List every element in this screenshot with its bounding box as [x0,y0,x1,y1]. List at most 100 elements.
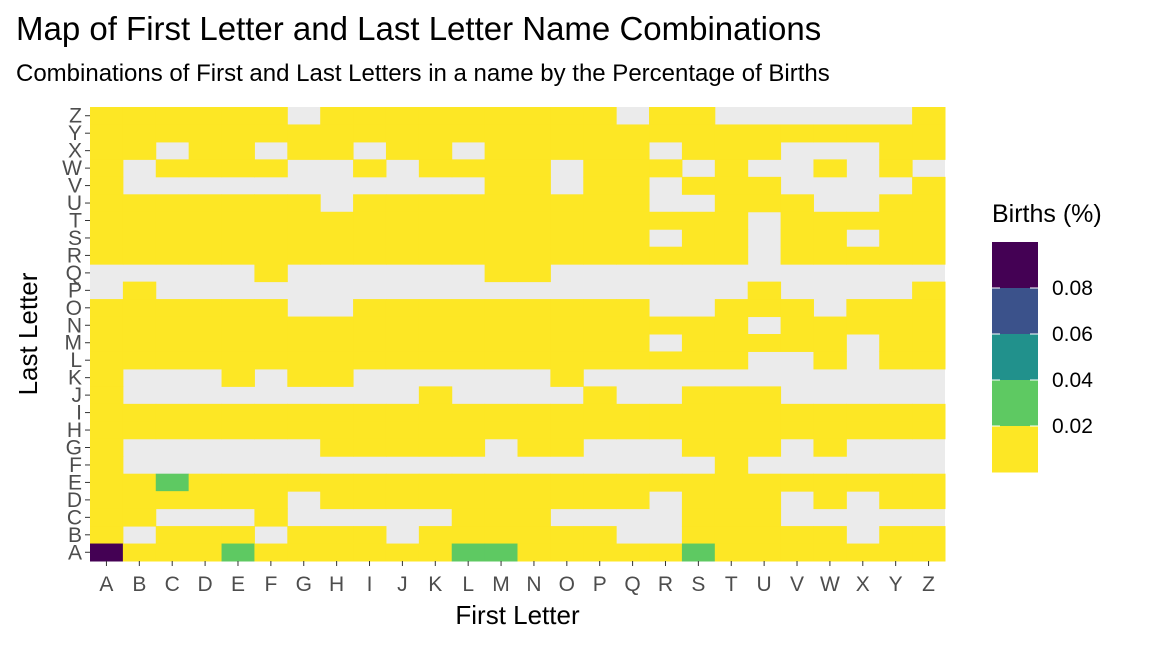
heatmap-cell-E-I [221,403,255,422]
heatmap-cell-W-W [813,159,847,178]
heatmap-cell-B-N [122,316,157,335]
heatmap-cell-D-T [188,211,223,230]
heatmap-cell-X-T [846,211,880,230]
heatmap-cell-H-S [320,229,354,248]
heatmap-cell-Q-T [616,211,650,230]
heatmap-cell-K-X [418,141,453,160]
heatmap-cell-G-B [287,526,321,545]
heatmap-cell-S-R [681,246,716,265]
heatmap-cell-M-C [484,508,518,527]
x-tick-label-O: O [559,573,575,596]
heatmap-cell-W-B [813,526,847,545]
heatmap-cell-F-A [254,543,288,562]
heatmap-cell-E-Z [221,107,255,125]
legend-colorbar [992,242,1038,473]
heatmap-cell-N-C [517,508,551,527]
heatmap-cell-L-C [451,508,486,527]
heatmap-cell-X-H [846,421,880,440]
heatmap-cell-S-V [681,176,716,195]
heatmap-cell-T-U [714,194,749,213]
heatmap-cell-M-O [484,299,518,318]
heatmap-cell-E-Y [221,124,255,143]
heatmap-cell-C-M [155,334,190,352]
heatmap-cell-H-D [320,491,354,510]
heatmap-cell-T-X [714,141,749,160]
heatmap-cell-I-S [353,229,387,248]
heatmap-cell-O-R [550,246,584,265]
heatmap-cell-L-A [451,543,486,562]
heatmap-cell-F-R [254,246,288,265]
heatmap-cell-I-G [353,438,387,457]
heatmap-cell-M-R [484,246,518,265]
legend-swatch-2 [992,334,1038,381]
heatmap-cell-S-E [681,473,716,492]
heatmap-cell-V-M [780,334,814,352]
heatmap-cell-T-N [714,316,749,335]
heatmap-cell-F-H [254,421,288,440]
heatmap-cell-K-I [418,403,453,422]
heatmap-cell-Z-T [912,211,946,230]
heatmap-cell-L-W [451,159,486,178]
heatmap-cell-Z-D [912,491,946,510]
heatmap-cell-I-B [353,526,387,545]
heatmap-cell-G-K [287,368,321,387]
heatmap-cell-H-G [320,438,354,457]
heatmap-cell-P-U [583,194,617,213]
heatmap-cell-J-A [385,543,420,562]
x-axis-title: First Letter [455,600,580,630]
heatmap-cell-F-I [254,403,288,422]
heatmap-cell-U-U [747,194,782,213]
heatmap-cell-Y-Y [879,124,913,143]
heatmap-cell-S-J [681,386,716,405]
heatmap-cell-J-S [385,229,420,248]
legend-swatch-1 [992,288,1038,335]
heatmap-cell-T-G [714,438,749,457]
heatmap-cell-J-U [385,194,420,213]
heatmap-cell-D-R [188,246,223,265]
heatmap-cell-E-L [221,351,255,370]
heatmap-cell-H-B [320,526,354,545]
heatmap-cell-E-E [221,473,255,492]
heatmap-cell-J-I [385,403,420,422]
heatmap-cell-B-O [122,299,157,318]
heatmap-cell-M-D [484,491,518,510]
heatmap-cell-B-D [122,491,157,510]
heatmap-cell-G-H [287,421,321,440]
heatmap-cell-D-D [188,491,223,510]
heatmap-cell-G-T [287,211,321,230]
heatmap-cell-H-L [320,351,354,370]
heatmap-cell-K-W [418,159,453,178]
heatmap-cell-P-B [583,526,617,545]
x-tick-label-J: J [397,573,408,596]
heatmap-cell-N-L [517,351,551,370]
heatmap-cell-D-B [188,526,223,545]
heatmap-cell-P-R [583,246,617,265]
heatmap-cell-Y-T [879,211,913,230]
heatmap-cell-T-C [714,508,749,527]
heatmap-cell-F-L [254,351,288,370]
heatmap-cell-D-E [188,473,223,492]
heatmap-cell-N-X [517,141,551,160]
heatmap-cell-O-K [550,368,584,387]
heatmap-cell-G-X [287,141,321,160]
heatmap-cell-Q-A [616,543,650,562]
heatmap-cell-V-Y [780,124,814,143]
heatmap-cell-I-Z [353,107,387,125]
heatmap-cell-B-U [122,194,157,213]
heatmap-cell-S-M [681,334,716,352]
heatmap-cell-U-C [747,508,782,527]
heatmap-cell-D-I [188,403,223,422]
heatmap-cell-A-T [90,211,124,230]
heatmap-cell-B-M [122,334,157,352]
heatmap-cell-O-X [550,141,584,160]
heatmap-cell-I-O [353,299,387,318]
heatmap-cell-R-A [649,543,683,562]
heatmap-cells [90,107,946,562]
heatmap-cell-D-W [188,159,223,178]
x-tick-label-R: R [658,573,673,596]
heatmap-cell-J-H [385,421,420,440]
heatmap-cell-R-T [649,211,683,230]
x-tick-label-T: T [725,573,738,596]
heatmap-cell-K-E [418,473,453,492]
heatmap-cell-I-D [353,491,387,510]
